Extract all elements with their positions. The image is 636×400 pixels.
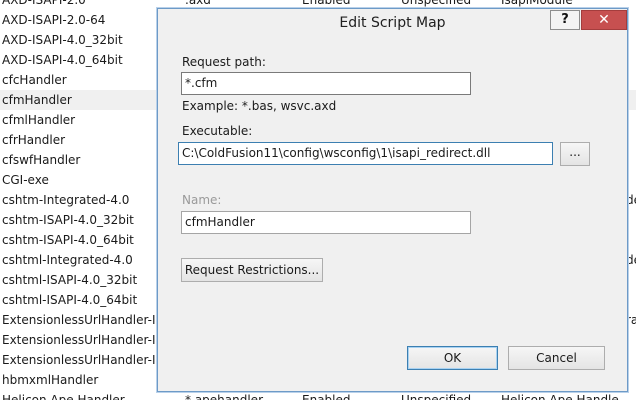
request-path-input[interactable]: *.cfm [181, 72, 471, 95]
example-text: Example: *.bas, wsvc.axd [182, 99, 337, 113]
list-cell-name: ExtensionlessUrlHandler-ISAP [2, 353, 157, 367]
name-label: Name: [182, 193, 222, 207]
executable-input[interactable]: C:\ColdFusion11\config\wsconfig\1\isapi_… [178, 142, 553, 165]
edit-script-map-dialog: Edit Script Map ? ✕ Request path: *.cfm … [157, 8, 628, 392]
list-cell-name: Helicon Ape Handler [2, 393, 125, 400]
list-cell-c2: .axd [185, 0, 211, 7]
list-cell-name: AXD-ISAPI-4.0_64bit [2, 53, 123, 67]
list-cell-name: cshtm-ISAPI-4.0_32bit [2, 213, 134, 227]
request-path-label: Request path: [182, 55, 266, 69]
list-cell-name: hbmxmlHandler [2, 373, 99, 387]
list-cell-name: cfrHandler [2, 133, 66, 147]
list-cell-c3: Enabled [302, 0, 351, 7]
dialog-titlebar[interactable]: Edit Script Map ? ✕ [158, 9, 627, 37]
list-cell-c5: IsapiModule [501, 0, 573, 7]
list-cell-name: cfmHandler [2, 93, 72, 107]
list-cell-c2: *.apehandler [185, 393, 263, 400]
list-cell-name: AXD-ISAPI-2.0 [2, 0, 86, 7]
list-cell-name: cfmlHandler [2, 113, 76, 127]
list-cell-c3: Enabled [302, 393, 351, 400]
list-cell-name: cshtml-Integrated-4.0 [2, 253, 133, 267]
list-cell-c4: Unspecified [401, 0, 472, 7]
list-cell-name: CGI-exe [2, 173, 49, 187]
name-input[interactable]: cfmHandler [181, 211, 471, 234]
list-cell-name: cshtml-ISAPI-4.0_64bit [2, 293, 138, 307]
list-cell-name: cfswfHandler [2, 153, 81, 167]
list-cell-name: cshtm-ISAPI-4.0_64bit [2, 233, 134, 247]
list-cell-name: ExtensionlessUrlHandler-ISAP [2, 333, 157, 347]
list-cell-c5: Helicon Ape Handle [501, 393, 619, 400]
list-cell-name: ExtensionlessUrlHandler-Integ [2, 313, 157, 327]
list-cell-name: cfcHandler [2, 73, 67, 87]
list-cell-name: cshtm-Integrated-4.0 [2, 193, 130, 207]
executable-label: Executable: [182, 124, 253, 138]
list-cell-name: AXD-ISAPI-2.0-64 [2, 13, 106, 27]
list-cell-name: cshtml-ISAPI-4.0_32bit [2, 273, 138, 287]
browse-button[interactable]: ... [560, 142, 590, 166]
close-button[interactable]: ✕ [581, 10, 627, 30]
request-restrictions-button[interactable]: Request Restrictions... [181, 258, 323, 282]
help-button[interactable]: ? [550, 10, 580, 30]
ok-button[interactable]: OK [407, 346, 498, 370]
list-cell-name: AXD-ISAPI-4.0_32bit [2, 33, 123, 47]
close-icon: ✕ [598, 12, 610, 28]
list-cell-c4: Unspecified [401, 393, 472, 400]
cancel-button[interactable]: Cancel [508, 346, 605, 370]
